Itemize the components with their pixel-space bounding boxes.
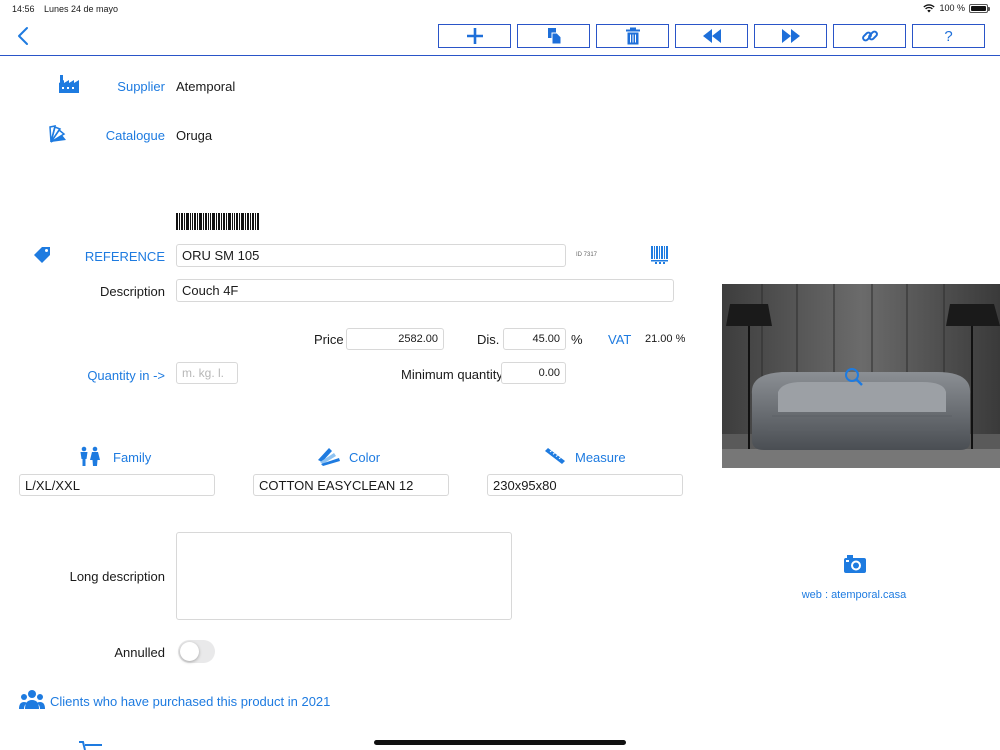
wifi-icon bbox=[923, 3, 936, 12]
long-description-label: Long description bbox=[69, 569, 165, 584]
plus-icon bbox=[466, 28, 483, 44]
delete-button[interactable] bbox=[596, 24, 669, 48]
fast-forward-icon bbox=[781, 29, 800, 43]
ruler-icon bbox=[545, 448, 565, 464]
annulled-toggle[interactable] bbox=[178, 640, 215, 663]
supplier-value[interactable]: Atemporal bbox=[176, 79, 235, 94]
catalogue-label: Catalogue bbox=[105, 128, 165, 143]
toolbar: ? bbox=[0, 18, 1000, 56]
back-chevron-icon[interactable] bbox=[14, 24, 34, 48]
camera-icon[interactable] bbox=[843, 554, 867, 574]
next-button[interactable] bbox=[754, 24, 827, 48]
minimum-quantity-label: Minimum quantity bbox=[401, 367, 503, 382]
help-button[interactable]: ? bbox=[912, 24, 985, 48]
family-input[interactable]: L/XL/XXL bbox=[19, 474, 215, 496]
discount-label: Dis. bbox=[477, 332, 500, 347]
barcode-scan-icon[interactable] bbox=[650, 245, 670, 265]
status-time: 14:56 bbox=[12, 4, 35, 14]
status-bar: 14:56 Lunes 24 de mayo 100 % bbox=[0, 0, 1000, 18]
vat-value: 21.00 % bbox=[645, 333, 686, 345]
product-photo-image bbox=[722, 284, 1000, 468]
reference-id: ID 7317 bbox=[576, 252, 598, 258]
battery-percent: 100 % bbox=[939, 3, 965, 13]
previous-button[interactable] bbox=[675, 24, 748, 48]
status-date: Lunes 24 de mayo bbox=[44, 4, 119, 14]
price-input[interactable]: 2582.00 bbox=[346, 328, 444, 350]
discount-unit: % bbox=[571, 332, 583, 347]
cart-icon bbox=[79, 741, 102, 750]
quantity-in-label[interactable]: Quantity in -> bbox=[60, 368, 165, 383]
barcode-image bbox=[176, 213, 259, 230]
rewind-icon bbox=[702, 29, 721, 43]
group-icon bbox=[19, 690, 45, 709]
quantity-in-input[interactable]: m. kg. l. bbox=[176, 362, 238, 384]
trash-icon bbox=[625, 27, 640, 45]
description-label: Description bbox=[99, 284, 165, 299]
family-icon bbox=[80, 446, 100, 466]
help-button-label: ? bbox=[944, 27, 953, 45]
status-right: 100 % bbox=[923, 3, 990, 13]
measure-input[interactable]: 230x95x80 bbox=[487, 474, 683, 496]
supplier-label: Supplier bbox=[117, 79, 165, 94]
long-description-textarea[interactable] bbox=[176, 532, 512, 620]
web-link[interactable]: web : atemporal.casa bbox=[754, 589, 954, 601]
measure-label[interactable]: Measure bbox=[575, 450, 626, 465]
reference-input[interactable]: ORU SM 105 bbox=[176, 244, 566, 267]
battery-icon bbox=[969, 3, 990, 13]
product-photo[interactable] bbox=[722, 284, 1000, 468]
family-label[interactable]: Family bbox=[113, 450, 151, 465]
duplicate-button[interactable] bbox=[517, 24, 590, 48]
color-label[interactable]: Color bbox=[349, 450, 380, 465]
toggle-knob bbox=[180, 642, 199, 661]
vat-label[interactable]: VAT bbox=[608, 332, 631, 347]
annulled-label: Annulled bbox=[114, 645, 165, 660]
minimum-quantity-input[interactable]: 0.00 bbox=[501, 362, 566, 384]
price-label: Price bbox=[314, 332, 344, 347]
home-indicator[interactable] bbox=[374, 740, 626, 745]
clients-link[interactable]: Clients who have purchased this product … bbox=[50, 694, 330, 709]
color-swatch-icon bbox=[318, 448, 340, 466]
description-input[interactable]: Couch 4F bbox=[176, 279, 674, 302]
link-icon bbox=[861, 30, 878, 42]
catalogue-value[interactable]: Oruga bbox=[176, 128, 212, 143]
discount-input[interactable]: 45.00 bbox=[503, 328, 566, 350]
color-input[interactable]: COTTON EASYCLEAN 12 bbox=[253, 474, 449, 496]
add-button[interactable] bbox=[438, 24, 511, 48]
tag-icon bbox=[34, 247, 50, 263]
copy-icon bbox=[547, 28, 561, 45]
link-button[interactable] bbox=[833, 24, 906, 48]
reference-label: REFERENCE bbox=[84, 249, 165, 264]
